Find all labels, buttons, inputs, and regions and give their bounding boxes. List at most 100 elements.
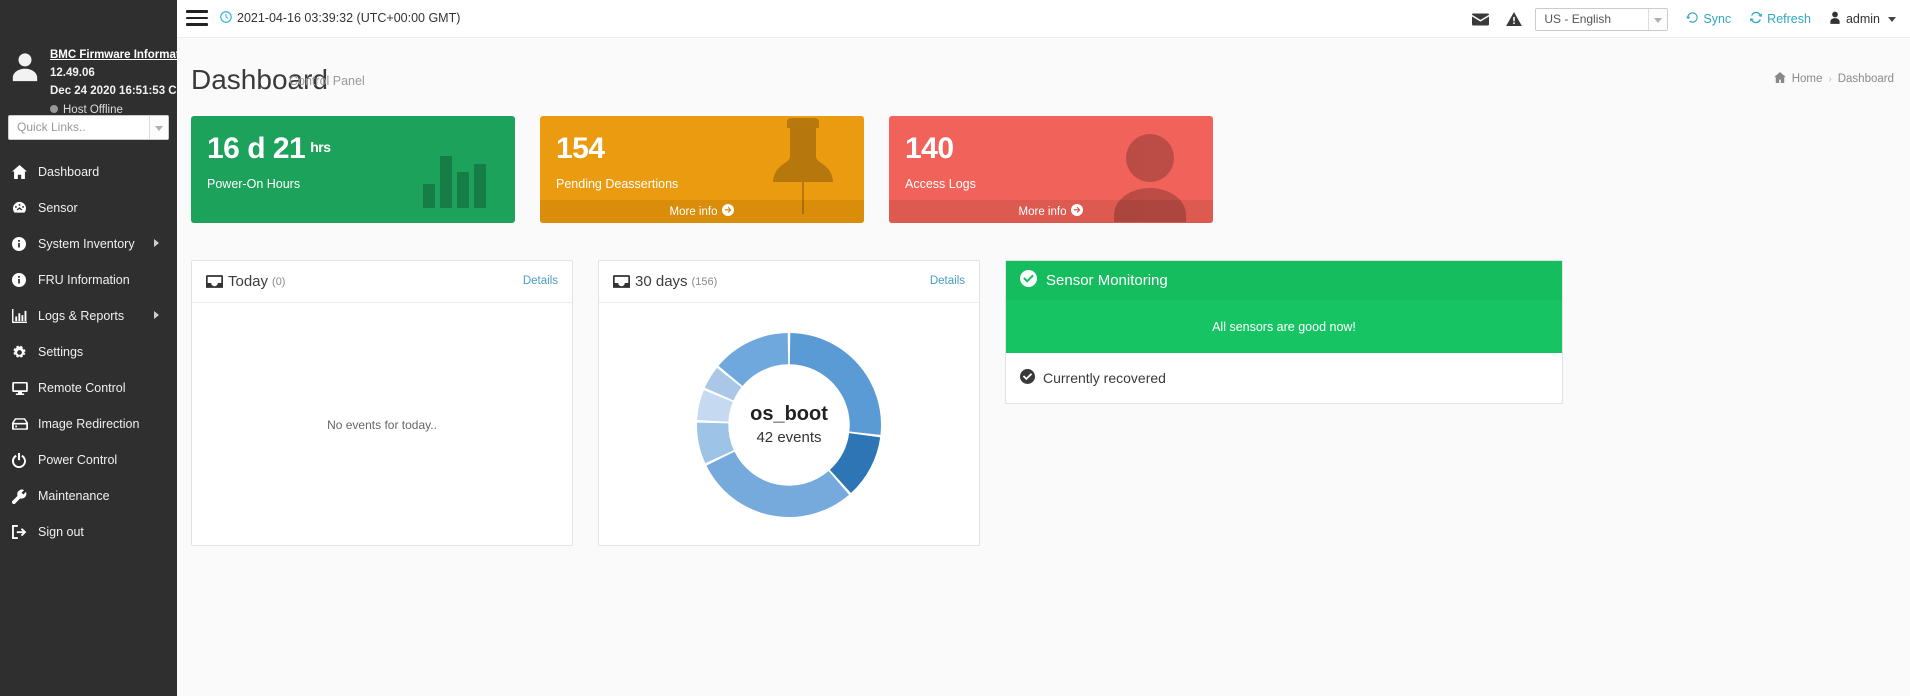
sync-button[interactable]: Sync (1677, 0, 1740, 38)
sidebar-item-label: Dashboard (38, 165, 100, 179)
thirty-day-panel: 30 days (156) Details os_boot 42 events (598, 260, 980, 546)
sign-out-icon (12, 524, 34, 540)
sidebar-item-maintenance[interactable]: Maintenance (0, 478, 177, 514)
sensor-monitoring-panel: Sensor Monitoring All sensors are good n… (1005, 260, 1563, 404)
stat-card-label: Access Logs (905, 177, 976, 191)
sidebar-item-fru-information[interactable]: FRU Information (0, 262, 177, 298)
sync-icon (1686, 11, 1699, 27)
sidebar-nav: Dashboard Sensor System Inventory FRU Infor… (0, 154, 177, 550)
sidebar-item-label: System Inventory (38, 237, 135, 251)
user-menu[interactable]: admin (1820, 0, 1902, 38)
check-circle-icon (1020, 269, 1037, 292)
sidebar-item-sensor[interactable]: Sensor (0, 190, 177, 226)
thirty-day-panel-body: os_boot 42 events (599, 303, 979, 546)
stat-card-value: 16 d 21 hrs (207, 134, 499, 164)
thirty-day-panel-header: 30 days (156) Details (599, 261, 979, 303)
chevron-down-icon[interactable] (149, 116, 168, 139)
user-icon (1829, 11, 1841, 27)
top-header: 2021-04-16 03:39:32 (UTC+00:00 GMT) US -… (177, 0, 1910, 38)
sidebar-item-remote-control[interactable]: Remote Control (0, 370, 177, 406)
bar-chart-icon (12, 308, 34, 324)
stat-card-pending-deassertions[interactable]: 154 Pending Deassertions More info (540, 116, 864, 223)
language-select[interactable]: US - English (1535, 7, 1669, 31)
inbox-icon (206, 275, 228, 288)
info-circle-icon (12, 272, 34, 288)
sidebar-item-label: Maintenance (38, 489, 110, 503)
sidebar-item-label: Logs & Reports (38, 309, 125, 323)
stat-card-body: 16 d 21 hrs Power-On Hours (191, 116, 515, 208)
stat-card-value: 154 (556, 134, 848, 164)
sidebar-user-block: BMC Firmware Information 12.49.06 Dec 24… (0, 0, 197, 116)
clock-icon (219, 10, 233, 24)
today-panel-title: Today (228, 273, 269, 290)
sidebar-item-label: Image Redirection (38, 417, 140, 431)
stat-card-number: 154 (556, 132, 605, 165)
stat-card-access-logs[interactable]: 140 Access Logs More info (889, 116, 1213, 223)
header-timestamp: 2021-04-16 03:39:32 (UTC+00:00 GMT) (237, 11, 461, 25)
warning-triangle-icon[interactable] (1497, 0, 1531, 38)
gear-icon (12, 344, 34, 360)
events-donut-chart[interactable]: os_boot 42 events (693, 329, 885, 521)
event-panels: Today (0) Details No events for today.. … (191, 260, 980, 546)
quick-links-select[interactable]: Quick Links.. (8, 115, 169, 140)
donut-slice[interactable] (789, 332, 881, 435)
breadcrumb-home[interactable]: Home (1792, 73, 1823, 85)
sync-label: Sync (1703, 12, 1732, 26)
today-panel-details-link[interactable]: Details (523, 275, 558, 287)
language-select-value: US - English (1544, 11, 1612, 26)
chevron-right-icon[interactable] (154, 311, 159, 319)
today-empty-message: No events for today.. (327, 417, 437, 432)
donut-chart-svg (697, 332, 881, 517)
sensor-monitoring-header: Sensor Monitoring (1006, 261, 1562, 300)
refresh-icon (1749, 11, 1763, 27)
stat-card-body: 140 Access Logs (889, 116, 1213, 222)
info-circle-icon (12, 236, 34, 252)
firmware-version: 12.49.06 (50, 66, 95, 79)
disk-icon (12, 416, 34, 432)
donut-slice[interactable] (706, 451, 850, 517)
refresh-label: Refresh (1767, 12, 1811, 26)
thirty-day-panel-details-link[interactable]: Details (930, 275, 965, 287)
stat-card-label: Power-On Hours (207, 177, 301, 191)
sidebar-item-dashboard[interactable]: Dashboard (0, 154, 177, 190)
chevron-right-icon[interactable] (154, 239, 159, 247)
home-icon (1773, 72, 1786, 86)
monitor-icon (12, 380, 34, 396)
sidebar-item-system-inventory[interactable]: System Inventory (0, 226, 177, 262)
thirty-day-panel-count: (156) (691, 275, 718, 288)
sidebar-item-power-control[interactable]: Power Control (0, 442, 177, 478)
today-panel-header: Today (0) Details (192, 261, 572, 303)
breadcrumb-separator: › (1828, 73, 1832, 85)
sensor-banner-message: All sensors are good now! (1212, 319, 1356, 334)
sidebar-item-sign-out[interactable]: Sign out (0, 514, 177, 550)
sensor-monitoring-banner: All sensors are good now! (1006, 300, 1562, 353)
user-menu-label: admin (1845, 12, 1880, 26)
stat-card-power-on-hours[interactable]: 16 d 21 hrs Power-On Hours (191, 116, 515, 223)
hamburger-icon[interactable] (186, 10, 208, 27)
sidebar-item-image-redirection[interactable]: Image Redirection (0, 406, 177, 442)
sensor-monitoring-title: Sensor Monitoring (1046, 272, 1168, 289)
sidebar-item-label: FRU Information (38, 273, 130, 287)
sensor-recovered-row[interactable]: Currently recovered (1006, 353, 1562, 403)
sidebar-item-label: Sign out (38, 525, 84, 539)
bmc-firmware-information-link[interactable]: BMC Firmware Information (50, 47, 197, 65)
power-icon (12, 452, 34, 468)
arrow-circle-right-icon (722, 204, 735, 219)
inbox-icon (613, 275, 635, 288)
sidebar-item-settings[interactable]: Settings (0, 334, 177, 370)
wrench-icon (12, 488, 34, 504)
sidebar-item-logs-reports[interactable]: Logs & Reports (0, 298, 177, 334)
gauge-icon (12, 200, 34, 216)
sidebar-item-label: Power Control (38, 453, 118, 467)
check-circle-icon (1020, 369, 1035, 387)
stat-card-number: 16 d 21 (207, 132, 306, 165)
chevron-down-icon[interactable] (1648, 8, 1668, 30)
breadcrumb-current: Dashboard (1837, 73, 1894, 85)
header-right-group: US - English Sync Refresh admin (1463, 0, 1902, 38)
stat-card-body: 154 Pending Deassertions (540, 116, 864, 214)
stat-cards: 16 d 21 hrs Power-On Hours 154 Pending Deass… (191, 116, 1213, 223)
refresh-button[interactable]: Refresh (1740, 0, 1820, 38)
envelope-icon[interactable] (1463, 0, 1497, 38)
today-panel-body: No events for today.. (192, 303, 572, 546)
today-panel: Today (0) Details No events for today.. (191, 260, 573, 546)
